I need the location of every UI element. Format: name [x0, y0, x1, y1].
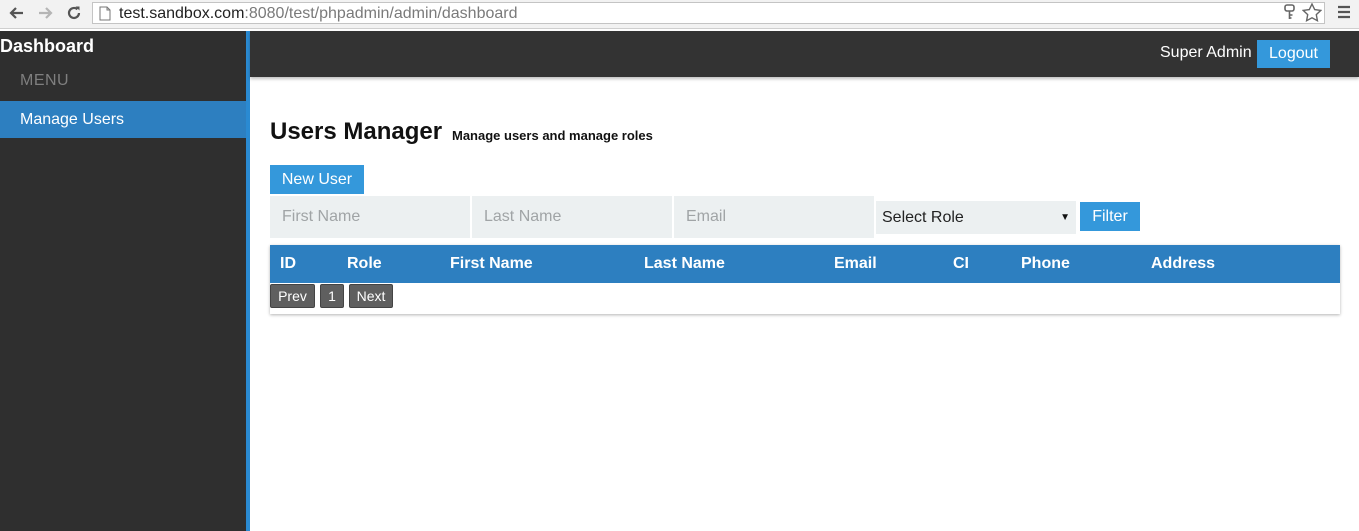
email-filter-input[interactable] — [674, 196, 874, 238]
hamburger-menu-icon[interactable] — [1337, 5, 1351, 19]
arrow-left-icon — [9, 7, 23, 19]
column-header-address[interactable]: Address — [1151, 255, 1215, 273]
prev-page-button[interactable]: Prev — [270, 284, 315, 308]
page-1-button[interactable]: 1 — [320, 284, 344, 308]
new-user-button[interactable]: New User — [270, 165, 364, 194]
column-header-role[interactable]: Role — [347, 255, 382, 273]
reload-button[interactable] — [64, 3, 84, 23]
filter-button[interactable]: Filter — [1080, 202, 1140, 231]
key-icon[interactable] — [1284, 4, 1296, 20]
reload-icon — [67, 6, 81, 20]
table-header-row: ID Role First Name Last Name Email CI Ph… — [270, 245, 1340, 283]
caret-down-icon: ▼ — [1060, 212, 1070, 223]
next-page-button[interactable]: Next — [349, 284, 393, 308]
page-subtitle: Manage users and manage roles — [452, 128, 653, 143]
role-select-value: Select Role — [882, 209, 964, 226]
sidebar-menu-heading: MENU — [20, 72, 70, 89]
back-button[interactable] — [6, 3, 26, 23]
column-header-id[interactable]: ID — [280, 255, 296, 273]
logout-button[interactable]: Logout — [1257, 40, 1330, 68]
sidebar-item-label: Manage Users — [20, 111, 125, 128]
page-icon — [99, 6, 111, 21]
current-user-name: Super Admin — [1160, 44, 1252, 61]
arrow-right-icon — [39, 7, 53, 19]
column-header-email[interactable]: Email — [834, 255, 877, 273]
sidebar-item-manage-users[interactable]: Manage Users — [0, 101, 246, 138]
star-icon[interactable] — [1302, 3, 1322, 22]
first-name-filter-input[interactable] — [270, 196, 470, 238]
forward-button[interactable] — [36, 3, 56, 23]
browser-toolbar: test.sandbox.com:8080/test/phpadmin/admi… — [0, 0, 1359, 29]
column-header-ci[interactable]: CI — [953, 255, 969, 273]
column-header-phone[interactable]: Phone — [1021, 255, 1070, 273]
users-table: ID Role First Name Last Name Email CI Ph… — [270, 245, 1340, 314]
sidebar-accent-border — [246, 31, 250, 531]
role-select[interactable]: Select Role ▼ — [876, 201, 1076, 234]
url-path: :8080/test/phpadmin/admin/dashboard — [244, 5, 518, 22]
address-bar[interactable]: test.sandbox.com:8080/test/phpadmin/admi… — [92, 2, 1325, 24]
page-title: Users Manager — [270, 118, 443, 145]
sidebar-brand[interactable]: Dashboard — [0, 36, 94, 57]
url-text[interactable]: test.sandbox.com:8080/test/phpadmin/admi… — [119, 5, 517, 23]
column-header-last-name[interactable]: Last Name — [644, 255, 725, 273]
column-header-first-name[interactable]: First Name — [450, 255, 533, 273]
last-name-filter-input[interactable] — [472, 196, 672, 238]
url-host: test.sandbox.com — [119, 5, 245, 22]
